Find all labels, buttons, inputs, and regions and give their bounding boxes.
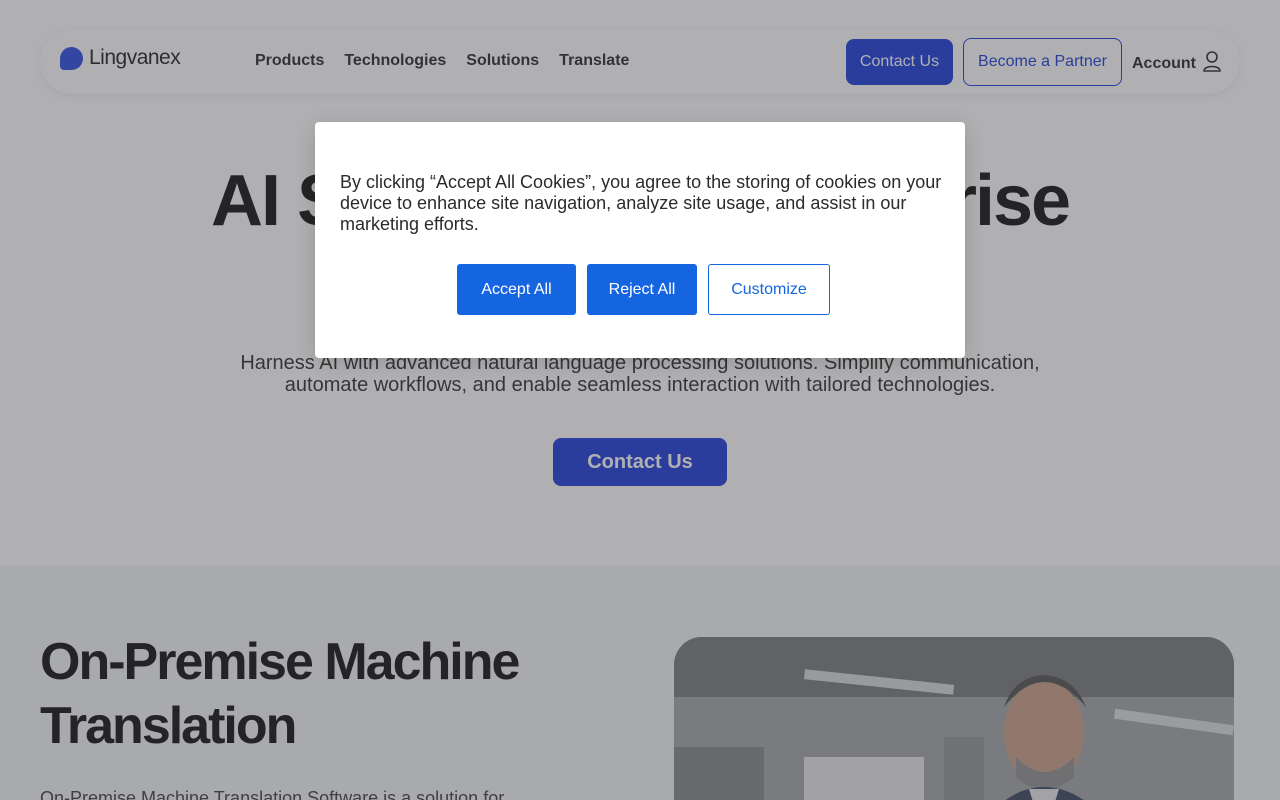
modal-backdrop[interactable] bbox=[0, 0, 1280, 800]
cookie-consent-text: By clicking “Accept All Cookies”, you ag… bbox=[340, 172, 942, 234]
customize-button[interactable]: Customize bbox=[708, 264, 830, 315]
page: Lingvanex Products Technologies Solution… bbox=[0, 0, 1280, 800]
accept-all-button[interactable]: Accept All bbox=[457, 264, 576, 315]
cookie-consent-dialog: By clicking “Accept All Cookies”, you ag… bbox=[315, 122, 965, 358]
reject-all-button[interactable]: Reject All bbox=[587, 264, 697, 315]
